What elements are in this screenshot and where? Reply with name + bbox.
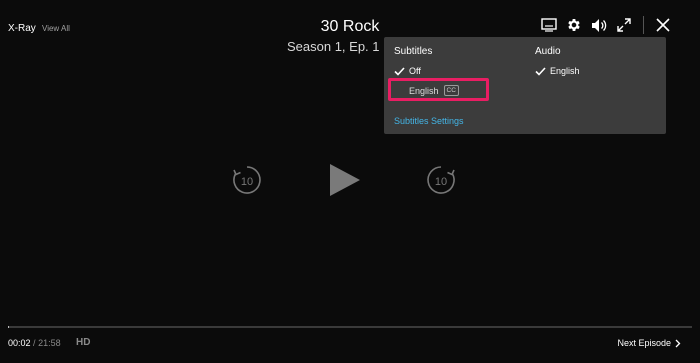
forward-10-button[interactable]: 10 — [425, 164, 457, 201]
audio-option-label: English — [550, 66, 580, 76]
audio-heading: Audio — [535, 46, 561, 57]
seek-bar[interactable] — [8, 326, 692, 328]
subtitles-settings-link[interactable]: Subtitles Settings — [394, 116, 464, 126]
gear-icon — [568, 19, 580, 31]
duration: 21:58 — [38, 338, 61, 348]
replay-10-button[interactable]: 10 — [231, 164, 263, 201]
subtitle-option-off[interactable]: Off — [394, 66, 421, 76]
replay-seconds-label: 10 — [241, 176, 253, 188]
next-episode-label: Next Episode — [617, 338, 671, 348]
close-button[interactable] — [652, 14, 674, 36]
forward-10-icon: 10 — [427, 166, 455, 194]
toolbar-divider — [643, 16, 644, 34]
subtitles-heading: Subtitles — [394, 46, 433, 57]
next-episode-button[interactable]: Next Episode — [617, 338, 682, 348]
close-icon — [656, 18, 670, 32]
forward-seconds-label: 10 — [435, 176, 447, 188]
subtitles-icon — [541, 18, 557, 32]
current-time: 00:02 — [8, 338, 31, 348]
audio-option-english[interactable]: English — [535, 66, 580, 76]
time-separator: / — [33, 338, 36, 348]
settings-button[interactable] — [563, 14, 585, 36]
check-icon — [535, 66, 546, 76]
subtitles-button[interactable] — [538, 14, 560, 36]
quality-badge: HD — [76, 337, 91, 348]
volume-button[interactable] — [588, 14, 610, 36]
replay-10-icon: 10 — [233, 166, 261, 194]
seek-bar-progress — [8, 326, 10, 328]
fullscreen-icon — [617, 18, 631, 32]
check-icon — [394, 66, 405, 76]
volume-icon — [591, 18, 606, 32]
highlight-box — [388, 78, 489, 101]
time-display: 00:02 / 21:58 — [8, 338, 61, 348]
chevron-right-icon — [675, 339, 681, 347]
play-button[interactable] — [328, 163, 362, 202]
play-icon — [330, 164, 360, 196]
subtitle-option-label: Off — [409, 66, 421, 76]
episode-subtitle: Season 1, Ep. 1 P — [287, 39, 392, 54]
fullscreen-button[interactable] — [613, 14, 635, 36]
top-toolbar — [535, 14, 674, 36]
